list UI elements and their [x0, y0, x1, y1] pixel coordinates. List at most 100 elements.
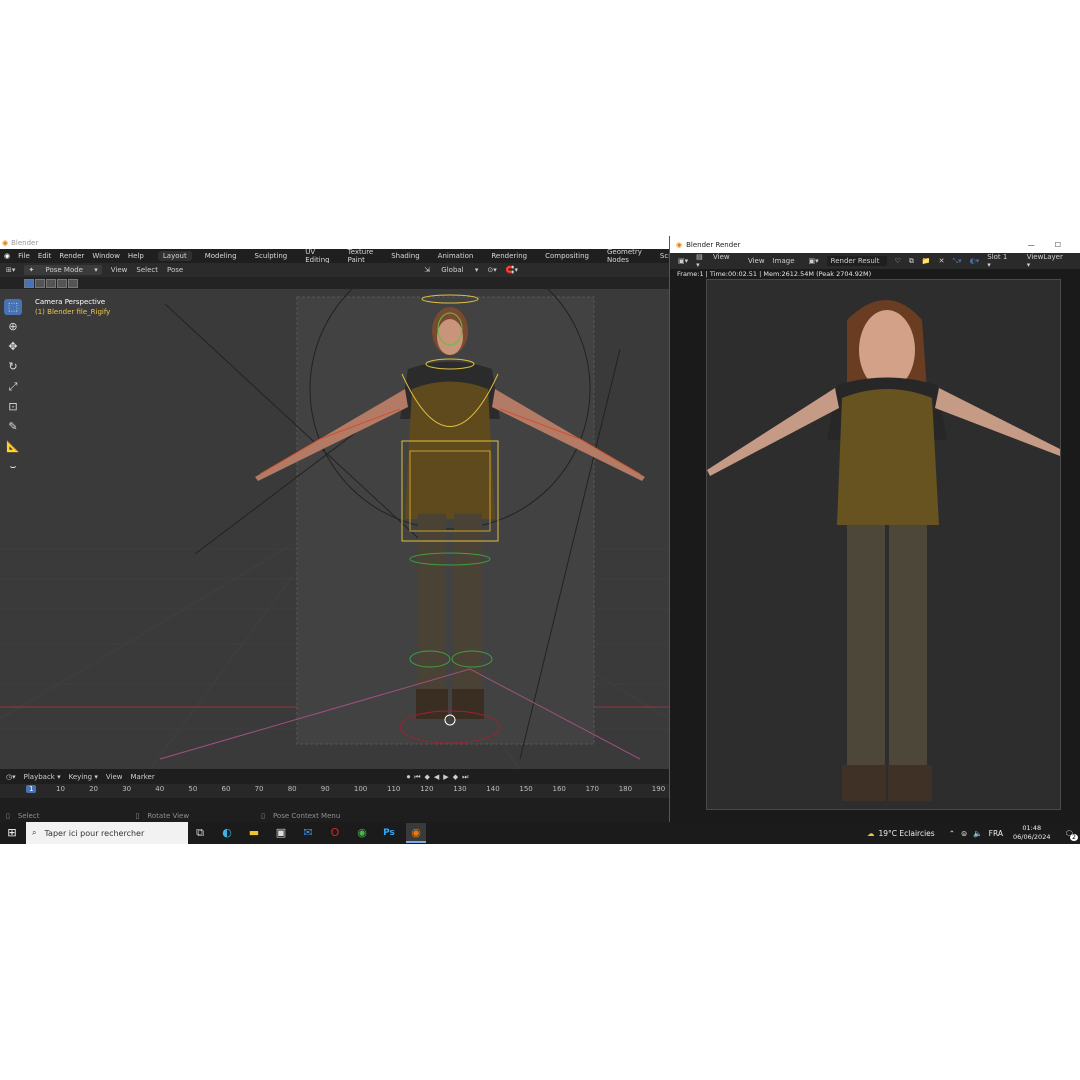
menu-playback[interactable]: Playback ▾ — [24, 773, 61, 781]
clock-icon[interactable]: ◷▾ — [6, 773, 16, 781]
current-frame-indicator[interactable]: 1 — [26, 785, 37, 793]
rotate-icon[interactable]: ↻ — [4, 359, 22, 375]
menu-help[interactable]: Help — [128, 252, 144, 260]
file-explorer-icon[interactable]: ▬ — [244, 823, 264, 843]
speaker-icon[interactable]: 🔈 — [973, 829, 982, 838]
mouse-left-icon: ▯ — [6, 812, 10, 820]
tab-compositing[interactable]: Compositing — [540, 251, 594, 261]
opera-icon[interactable]: O — [325, 823, 345, 843]
frame-ruler[interactable]: 1 10 20 30 40 50 60 70 80 90 100 110 120 130 140 150 16… — [0, 784, 670, 798]
clock[interactable]: 01:48 06/06/2024 — [1013, 824, 1050, 842]
playback-controls: ⏺ ⏮ ◆ ◀ ▶ ◆ ⏭ — [407, 773, 469, 782]
menu-image[interactable]: Image — [773, 257, 795, 265]
select-mode-extend-icon[interactable] — [35, 278, 45, 288]
layer-label: ViewLayer — [1026, 253, 1063, 261]
language-indicator[interactable]: FRA — [989, 829, 1003, 838]
blender-icon[interactable]: ◉ — [406, 823, 426, 843]
editor-type-icon[interactable]: ▣▾ — [678, 257, 688, 265]
timeline-header: ◷▾ Playback ▾ Keying ▾ View Marker ⏺ ⏮ ◆… — [0, 771, 670, 783]
windows-start-icon[interactable]: ⊞ — [2, 823, 22, 843]
menu-marker[interactable]: Marker — [131, 773, 155, 781]
fake-user-icon[interactable]: ♡ — [895, 257, 901, 265]
tab-layout[interactable]: Layout — [157, 251, 192, 261]
menu-render[interactable]: Render — [59, 252, 84, 260]
select-box-icon[interactable]: ⬚ — [4, 299, 22, 315]
menu-file[interactable]: File — [18, 252, 30, 260]
new-image-icon[interactable]: ⧉ — [909, 257, 914, 266]
tab-rendering[interactable]: Rendering — [486, 251, 532, 261]
menu-edit[interactable]: Edit — [38, 252, 52, 260]
menu-timeline-view[interactable]: View — [106, 773, 123, 781]
task-view-icon[interactable]: ⧉ — [190, 823, 210, 843]
taskbar-search[interactable]: ⌕ Taper ici pour rechercher — [26, 822, 188, 844]
blender-logo-icon: ◉ — [2, 238, 9, 247]
menu-select[interactable]: Select — [136, 266, 158, 274]
chevron-up-icon[interactable]: ⌃ — [949, 829, 955, 838]
transform-orientation[interactable]: ⇲ Global ▾ — [424, 266, 478, 274]
select-mode-subtract-icon[interactable] — [46, 278, 56, 288]
image-name-field[interactable]: Render Result — [826, 256, 887, 266]
slot-selector[interactable]: Slot 1 ▾ — [987, 253, 1018, 269]
menu-view[interactable]: View — [748, 257, 765, 265]
view-mode-selector[interactable]: ▤ View ▾ — [696, 253, 740, 269]
snap-icon[interactable]: 🧲▾ — [506, 266, 518, 274]
chrome-icon[interactable]: ◉ — [352, 823, 372, 843]
ruler-tick-label: 140 — [486, 785, 500, 793]
mode-selector[interactable]: ✦ Pose Mode ▾ — [24, 265, 102, 275]
tab-shading[interactable]: Shading — [386, 251, 424, 261]
image-browse-icon[interactable]: ▣▾ — [809, 257, 819, 265]
transform-icon[interactable]: ⊡ — [4, 399, 22, 415]
select-mode-new-icon[interactable] — [24, 278, 34, 288]
prev-keyframe-icon[interactable]: ◆ — [425, 773, 430, 781]
play-icon[interactable]: ▶ — [443, 773, 448, 781]
cursor-icon[interactable]: ⊕ — [4, 319, 22, 335]
3d-viewport[interactable]: ⬚ ⊕ ✥ ↻ ⤢ ⊡ ✎ 📐 ⌣ Camera Perspective (1)… — [0, 289, 670, 769]
blender-menu-icon[interactable]: ◉ — [4, 252, 10, 260]
edge-icon[interactable]: ◐ — [217, 823, 237, 843]
ruler-tick-label: 160 — [552, 785, 566, 793]
gizmo-icon[interactable]: ⤡▾ — [953, 257, 962, 266]
tab-animation[interactable]: Animation — [433, 251, 479, 261]
overlay-icon[interactable]: ◐▾ — [970, 257, 980, 265]
record-icon[interactable]: ⏺ — [407, 773, 411, 782]
render-frame-info: Frame:1 | Time:00:02.51 | Mem:2612.54M (… — [677, 270, 872, 278]
weather-text[interactable]: 19°C Eclaircies — [879, 829, 935, 838]
viewport-scene — [0, 289, 670, 769]
image-icon: ▤ — [696, 253, 705, 261]
status-bar: ▯ Select ▯ Rotate View ▯ Pose Context Me… — [0, 810, 670, 822]
scale-icon[interactable]: ⤢ — [4, 379, 22, 395]
minimize-icon[interactable]: — — [1028, 241, 1035, 249]
render-result-image[interactable] — [706, 279, 1061, 810]
notification-icon[interactable]: 🗨 2 — [1064, 829, 1078, 841]
maximize-icon[interactable]: ☐ — [1055, 241, 1061, 249]
top-menubar: ◉ File Edit Render Window Help Layout Mo… — [0, 248, 715, 264]
play-reverse-icon[interactable]: ◀ — [434, 773, 439, 781]
measure-icon[interactable]: 📐 — [4, 439, 22, 455]
unlink-icon[interactable]: ✕ — [939, 257, 945, 265]
select-mode-intersect-icon[interactable] — [68, 278, 78, 288]
store-icon[interactable]: ▣ — [271, 823, 291, 843]
menu-keying[interactable]: Keying ▾ — [69, 773, 98, 781]
layer-selector[interactable]: ViewLayer ▾ — [1027, 253, 1073, 269]
menu-window[interactable]: Window — [92, 252, 120, 260]
select-mode-invert-icon[interactable] — [57, 278, 67, 288]
pivot-icon[interactable]: ⊙▾ — [487, 266, 496, 274]
tab-modeling[interactable]: Modeling — [200, 251, 242, 261]
next-keyframe-icon[interactable]: ◆ — [453, 773, 458, 781]
menu-pose[interactable]: Pose — [167, 266, 183, 274]
photoshop-icon[interactable]: Ps — [379, 823, 399, 843]
jump-start-icon[interactable]: ⏮ — [414, 773, 420, 782]
weather-icon[interactable]: ☁ — [867, 829, 875, 838]
status-rotate: Rotate View — [147, 812, 190, 820]
tab-sculpting[interactable]: Sculpting — [250, 251, 293, 261]
relax-icon[interactable]: ⌣ — [4, 459, 22, 475]
move-icon[interactable]: ✥ — [4, 339, 22, 355]
open-image-icon[interactable]: 📁 — [922, 257, 931, 265]
annotate-icon[interactable]: ✎ — [4, 419, 22, 435]
mail-icon[interactable]: ✉ — [298, 823, 318, 843]
search-icon: ⌕ — [32, 828, 37, 837]
editor-type-icon[interactable]: ⊞▾ — [6, 266, 15, 274]
menu-view[interactable]: View — [111, 266, 128, 274]
jump-end-icon[interactable]: ⏭ — [462, 773, 468, 782]
network-icon[interactable]: ⊜ — [961, 829, 967, 838]
